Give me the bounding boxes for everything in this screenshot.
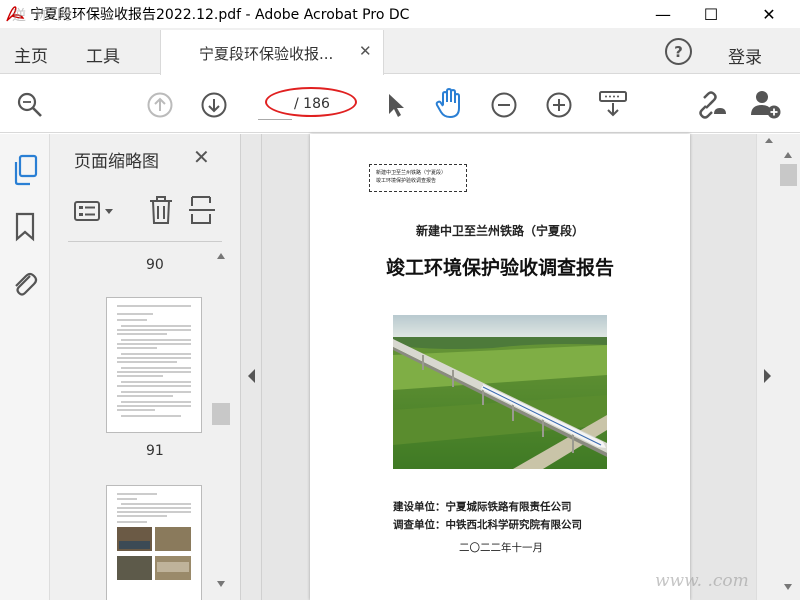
bookmarks-icon[interactable]: [14, 212, 36, 246]
maximize-button[interactable]: ☐: [688, 0, 734, 28]
document-vertical-scrollbar[interactable]: [777, 134, 800, 600]
stamp-line-1: 新建中卫至兰州铁路（宁夏段）: [376, 170, 447, 176]
thumbnail-page-91[interactable]: [106, 485, 202, 600]
thumbnail-page-90[interactable]: [106, 297, 202, 433]
document-tab-close-button[interactable]: ✕: [359, 42, 372, 60]
surveyor-name: 中铁西北科学研究院有限公司: [445, 519, 583, 531]
surveyor-label: 调查单位：: [393, 519, 446, 531]
thumbnail-panel-title: 页面缩略图: [74, 152, 159, 172]
document-subtitle: 新建中卫至兰州铁路（宁夏段）: [415, 224, 584, 238]
document-tab[interactable]: 宁夏段环保验收报... ✕: [160, 30, 384, 75]
minimize-button[interactable]: —: [640, 0, 686, 28]
document-date: 二〇二二年十一月: [459, 542, 543, 554]
zoom-search-icon[interactable]: [16, 91, 44, 123]
login-button[interactable]: 登录: [728, 43, 762, 68]
close-window-button[interactable]: ✕: [746, 0, 792, 28]
document-stamp-box: 新建中卫至兰州铁路（宁夏段） 竣工环境保护验收调查报告: [369, 164, 467, 192]
page-up-icon[interactable]: [146, 91, 174, 123]
top-scroll-up-arrow[interactable]: [762, 130, 776, 149]
thumbnail-page-label: 90: [146, 257, 164, 273]
watermark-bottom-right: www. .com: [655, 571, 749, 591]
attachments-icon[interactable]: [10, 268, 38, 302]
panel-splitter[interactable]: [240, 134, 262, 600]
thumbnail-scrollbar[interactable]: [210, 247, 232, 593]
page-display-icon[interactable]: [598, 89, 628, 123]
builder-label: 建设单位：: [393, 501, 446, 513]
thumbnail-page-label: 91: [146, 443, 164, 459]
left-navigation-rail: [0, 134, 50, 600]
thumbnail-panel-close-button[interactable]: ✕: [193, 145, 210, 169]
home-tab[interactable]: 主页: [14, 42, 48, 67]
window-title: 宁夏段环保验收报告2022.12.pdf - Adobe Acrobat Pro…: [30, 7, 410, 23]
surveyor-line: 调查单位：中铁西北科学研究院有限公司: [393, 517, 582, 532]
thumbnail-options-icon[interactable]: [74, 199, 116, 227]
select-pointer-icon[interactable]: [384, 91, 406, 123]
add-user-icon[interactable]: [750, 88, 782, 124]
page-thumbnails-icon[interactable]: [12, 154, 40, 190]
zoom-in-icon[interactable]: [545, 91, 573, 123]
document-tab-label: 宁夏段环保验收报...: [199, 45, 334, 63]
builder-name: 宁夏城际铁路有限责任公司: [445, 501, 572, 513]
help-button[interactable]: ?: [665, 38, 692, 65]
watermark-top-left: 逆 称 网: [12, 8, 73, 24]
thumbnail-list: 90 91: [66, 247, 232, 600]
share-link-icon[interactable]: [696, 88, 728, 124]
page-down-icon[interactable]: [200, 91, 228, 123]
stamp-line-2: 竣工环境保护验收调查报告: [376, 178, 437, 184]
builder-line: 建设单位：宁夏城际铁路有限责任公司: [393, 499, 572, 514]
document-title: 竣工环境保护验收调查报告: [385, 257, 614, 279]
cover-photo-high-speed-train: [393, 315, 607, 469]
split-page-icon[interactable]: [189, 195, 215, 229]
page-count-highlight-ellipse: [265, 87, 357, 117]
delete-page-icon[interactable]: [148, 195, 174, 229]
hand-tool-icon[interactable]: [434, 87, 464, 124]
right-panel-splitter[interactable]: [756, 134, 777, 600]
tools-tab[interactable]: 工具: [86, 42, 120, 67]
zoom-out-icon[interactable]: [490, 91, 518, 123]
